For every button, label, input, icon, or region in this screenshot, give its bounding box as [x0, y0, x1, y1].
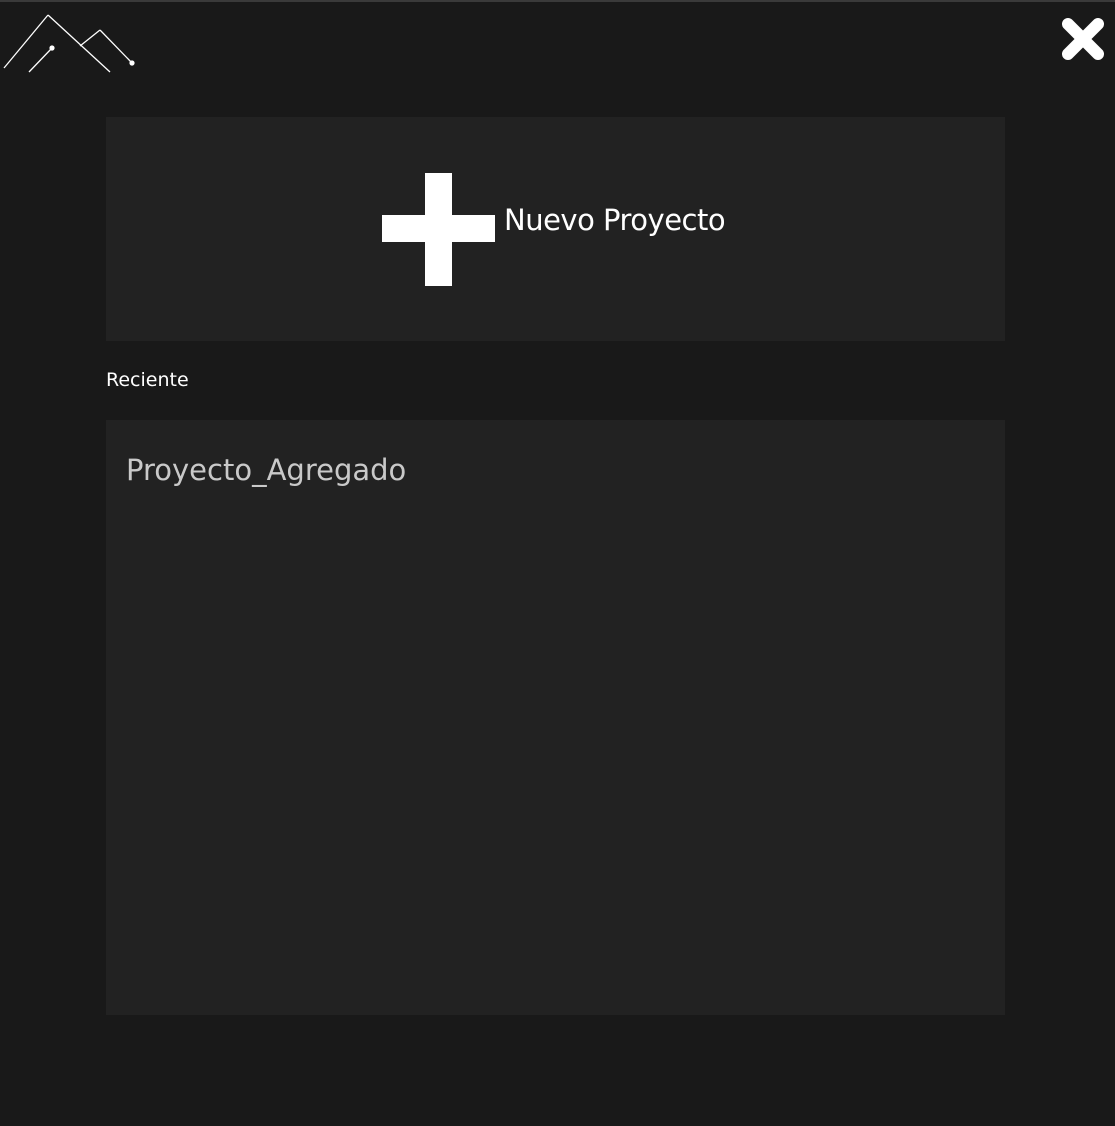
close-button[interactable] [1058, 14, 1108, 64]
mountain-peaks-logo-icon [3, 14, 135, 73]
recent-section-label: Reciente [106, 369, 189, 391]
new-project-label: Nuevo Proyecto [504, 203, 726, 237]
new-project-button[interactable]: Nuevo Proyecto [106, 117, 1005, 341]
window: Nuevo Proyecto Reciente Proyecto_Agregad… [0, 0, 1115, 1126]
recent-project-item[interactable]: Proyecto_Agregado [126, 453, 406, 487]
plus-icon [382, 173, 495, 286]
close-icon [1062, 18, 1104, 60]
recent-projects-list: Proyecto_Agregado [106, 420, 1005, 1015]
